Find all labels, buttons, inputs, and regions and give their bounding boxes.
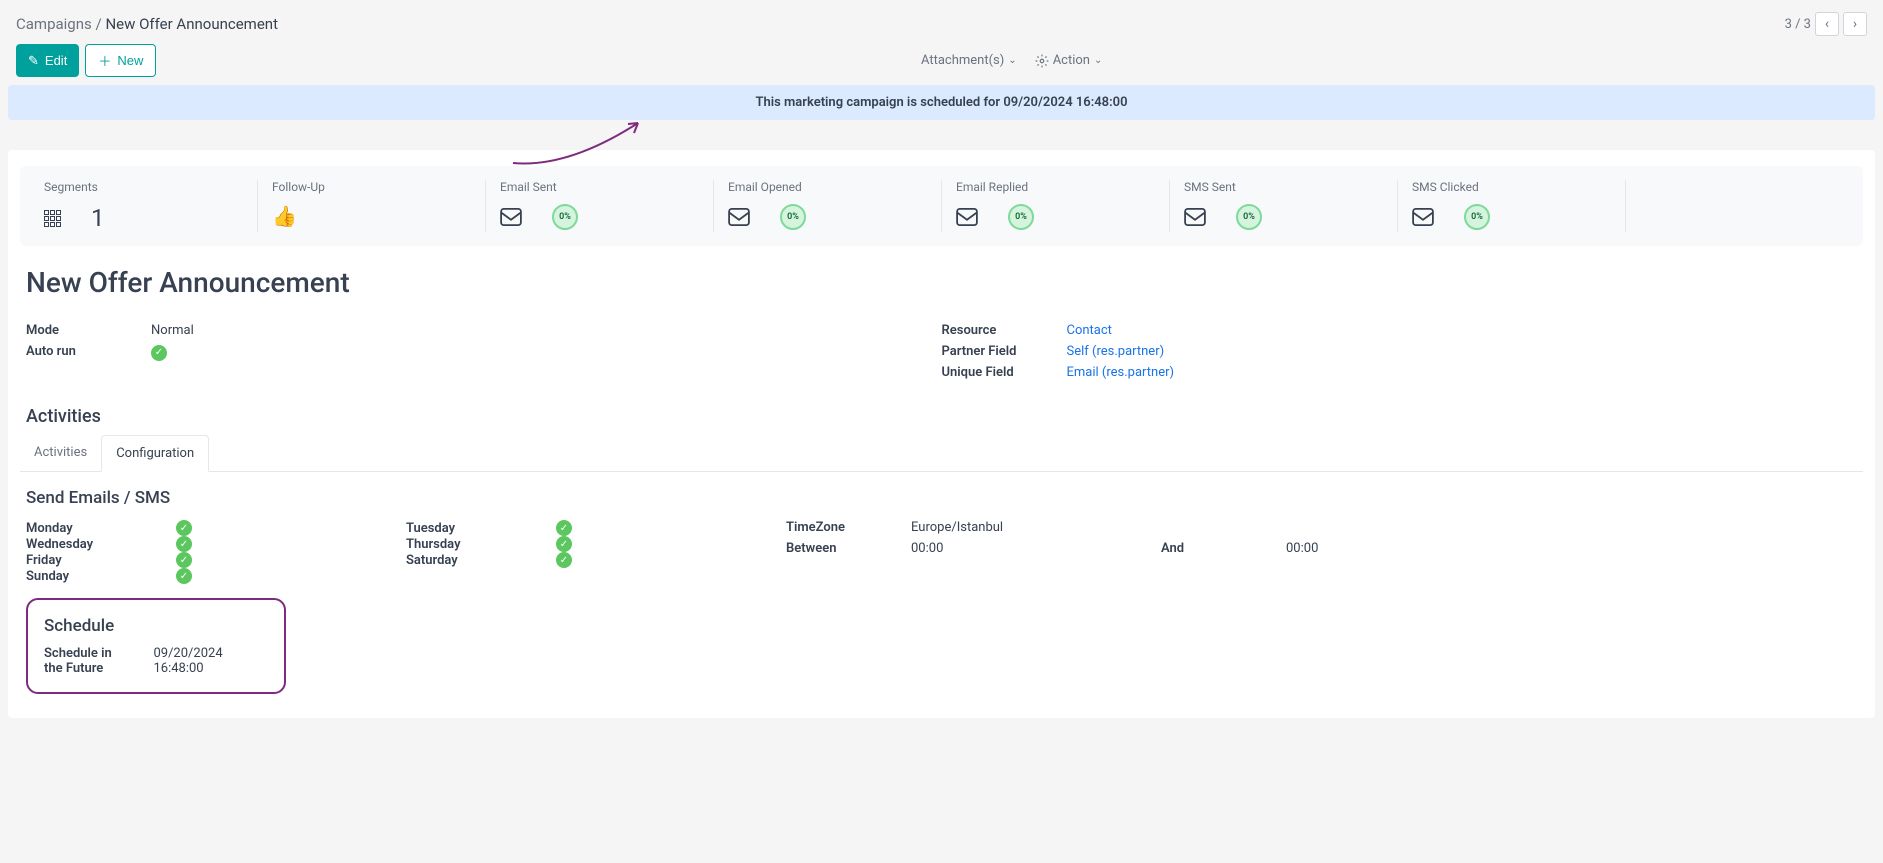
- schedule-value: 09/20/2024 16:48:00: [153, 646, 268, 676]
- chevron-down-icon: ⌄: [1094, 55, 1102, 66]
- stat-email-opened[interactable]: Email Opened 0%: [714, 180, 942, 232]
- tab-configuration[interactable]: Configuration: [101, 435, 209, 472]
- gear-icon: [1035, 54, 1049, 68]
- unique-label: Unique Field: [942, 365, 1067, 380]
- schedule-banner: This marketing campaign is scheduled for…: [8, 85, 1875, 120]
- envelope-icon: [1412, 208, 1434, 226]
- arrow-annotation: [508, 118, 658, 168]
- stat-followup[interactable]: Follow-Up 👍: [258, 180, 486, 232]
- pencil-icon: ✎: [28, 53, 39, 69]
- pct-badge: 0%: [1464, 204, 1490, 230]
- envelope-icon: [728, 208, 750, 226]
- check-icon: ✓: [176, 568, 192, 584]
- edit-button[interactable]: ✎ Edit: [16, 44, 79, 77]
- schedule-label: Schedule in the Future: [44, 646, 123, 676]
- pager-prev[interactable]: ‹: [1815, 12, 1839, 36]
- pager-text: 3 / 3: [1785, 17, 1811, 32]
- pager-next[interactable]: ›: [1843, 12, 1867, 36]
- partner-link[interactable]: Self (res.partner): [1067, 344, 1165, 359]
- stat-segments[interactable]: Segments 1: [30, 180, 258, 232]
- day-tue: Tuesday: [406, 521, 476, 536]
- mode-label: Mode: [26, 323, 151, 338]
- tz-value: Europe/Istanbul: [911, 520, 1003, 535]
- day-wed: Wednesday: [26, 537, 96, 552]
- check-icon: ✓: [556, 552, 572, 568]
- check-icon: ✓: [176, 552, 192, 568]
- pct-badge: 0%: [1236, 204, 1262, 230]
- stat-sms-sent[interactable]: SMS Sent 0%: [1170, 180, 1398, 232]
- day-thu: Thursday: [406, 537, 476, 552]
- between-to: 00:00: [1286, 541, 1318, 556]
- and-label: And: [1161, 541, 1286, 556]
- stats-row: Segments 1 Follow-Up 👍 Email Sent 0% Ema…: [20, 166, 1863, 246]
- pct-badge: 0%: [1008, 204, 1034, 230]
- activities-heading: Activities: [26, 406, 1857, 427]
- send-title: Send Emails / SMS: [26, 488, 1857, 508]
- breadcrumb-root[interactable]: Campaigns: [16, 15, 92, 33]
- resource-link[interactable]: Contact: [1067, 323, 1112, 338]
- campaign-title: New Offer Announcement: [26, 266, 1857, 299]
- pct-badge: 0%: [552, 204, 578, 230]
- check-icon: ✓: [176, 536, 192, 552]
- check-icon: ✓: [151, 345, 167, 361]
- tz-label: TimeZone: [786, 520, 911, 535]
- schedule-title: Schedule: [44, 616, 268, 636]
- breadcrumb-current: New Offer Announcement: [105, 15, 278, 33]
- envelope-icon: [956, 208, 978, 226]
- day-mon: Monday: [26, 521, 96, 536]
- tab-activities[interactable]: Activities: [20, 435, 101, 471]
- breadcrumb: Campaigns / New Offer Announcement: [16, 15, 278, 33]
- stat-empty: [1626, 180, 1853, 232]
- thumbs-up-icon: 👍: [272, 204, 297, 228]
- pct-badge: 0%: [780, 204, 806, 230]
- envelope-icon: [1184, 208, 1206, 226]
- tabs: Activities Configuration: [20, 435, 1863, 472]
- autorun-label: Auto run: [26, 344, 151, 361]
- check-icon: ✓: [556, 520, 572, 536]
- check-icon: ✓: [176, 520, 192, 536]
- resource-label: Resource: [942, 323, 1067, 338]
- unique-link[interactable]: Email (res.partner): [1067, 365, 1175, 380]
- grid-icon: [44, 210, 61, 227]
- segments-count: 1: [91, 204, 105, 232]
- between-label: Between: [786, 541, 911, 556]
- pager: 3 / 3 ‹ ›: [1785, 12, 1867, 36]
- partner-label: Partner Field: [942, 344, 1067, 359]
- main-card: Segments 1 Follow-Up 👍 Email Sent 0% Ema…: [8, 150, 1875, 718]
- action-dropdown[interactable]: Action ⌄: [1035, 53, 1103, 68]
- mode-value: Normal: [151, 323, 194, 338]
- check-icon: ✓: [556, 536, 572, 552]
- envelope-icon: [500, 208, 522, 226]
- stat-email-replied[interactable]: Email Replied 0%: [942, 180, 1170, 232]
- plus-icon: ＋: [98, 51, 111, 70]
- stat-sms-clicked[interactable]: SMS Clicked 0%: [1398, 180, 1626, 232]
- between-from: 00:00: [911, 541, 1161, 556]
- day-sun: Sunday: [26, 569, 96, 584]
- day-fri: Friday: [26, 553, 96, 568]
- chevron-down-icon: ⌄: [1008, 55, 1016, 66]
- day-sat: Saturday: [406, 553, 476, 568]
- new-button[interactable]: ＋ New: [85, 44, 156, 77]
- stat-email-sent[interactable]: Email Sent 0%: [486, 180, 714, 232]
- schedule-box: Schedule Schedule in the Future 09/20/20…: [26, 598, 286, 694]
- attachments-dropdown[interactable]: Attachment(s) ⌄: [921, 53, 1017, 68]
